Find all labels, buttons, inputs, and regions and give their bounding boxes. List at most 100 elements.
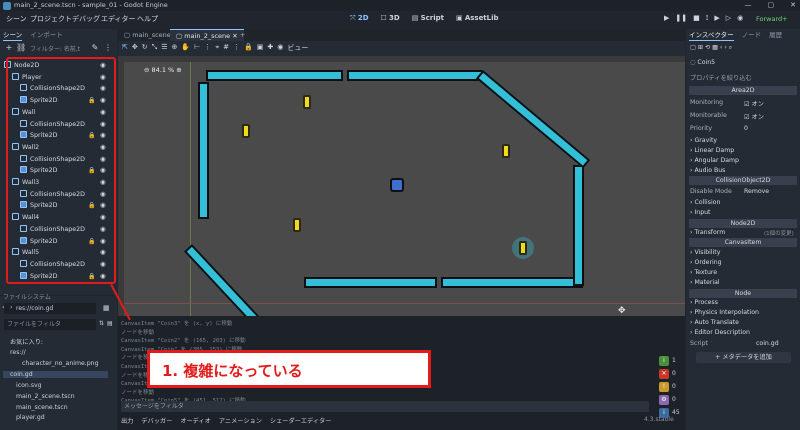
group-input[interactable]: › Input [690, 209, 710, 216]
group-texture[interactable]: › Texture [690, 269, 717, 276]
list-select-icon[interactable]: ☰ [161, 43, 167, 53]
coin-sprite[interactable] [300, 93, 314, 111]
sort-icon[interactable]: ⇅ [99, 320, 104, 327]
zoom-indicator[interactable]: ⊖ 84.1 % ⊕ [144, 66, 182, 74]
grid-snap-icon[interactable]: # [223, 43, 229, 53]
group-visibility[interactable]: › Visibility [690, 249, 720, 256]
header-area2d[interactable]: Area2D [689, 86, 797, 95]
scene-tab-main-scene[interactable]: ▢ main_scene [118, 29, 177, 41]
tab-assetlib[interactable]: ▣ AssetLib [456, 14, 499, 23]
prop-monitorable-value[interactable]: ☑ オン [744, 112, 764, 121]
warning-filter-icon[interactable]: ! [659, 382, 669, 392]
tab-debugger[interactable]: デバッガー [141, 416, 172, 425]
eye-icon[interactable]: ◉ [277, 43, 283, 53]
add-node-icon[interactable]: + [4, 43, 14, 53]
tab-import[interactable]: インポート [30, 29, 63, 41]
group-icon[interactable]: ▣ [257, 43, 264, 53]
play-icon[interactable]: ▶ [664, 14, 669, 23]
log-filter-icon[interactable]: i [659, 356, 669, 366]
scene-filter-input[interactable]: フィルター: 名前,t [30, 44, 80, 53]
coin-sprite[interactable] [290, 216, 304, 234]
filesystem-path[interactable]: res://coin.gd [4, 303, 96, 314]
close-icon[interactable]: ✕ [790, 0, 796, 11]
tab-3d[interactable]: ☐ 3D [381, 14, 400, 23]
tab-shader-editor[interactable]: シェーダーエディター [270, 416, 331, 425]
wall-top-left[interactable] [206, 70, 343, 81]
coin-sprite-selected[interactable] [512, 237, 534, 259]
menu-dots-icon[interactable]: ⋮ [103, 43, 113, 53]
view-menu-button[interactable]: ビュー [287, 43, 308, 53]
attach-script-icon[interactable]: ✎ [90, 43, 100, 53]
tab-animation[interactable]: アニメーション [219, 416, 262, 425]
pan-tool-icon[interactable]: ✋ [181, 43, 190, 53]
prop-monitoring-value[interactable]: ☑ オン [744, 99, 764, 108]
filesystem-item[interactable]: お気に入り: [10, 337, 43, 346]
menu-scene[interactable]: シーン [6, 14, 27, 24]
minimize-icon[interactable]: — [745, 0, 752, 11]
lock-icon[interactable]: 🔒 [244, 43, 253, 53]
link-icon[interactable]: ⛓ [16, 43, 26, 53]
group-physics-interpolation[interactable]: › Physics Interpolation [690, 309, 759, 316]
inspected-object[interactable]: ◌ Coin5 [690, 59, 715, 66]
player-sprite[interactable] [390, 178, 404, 192]
inspector-nav-icons[interactable]: ▢ ⊞ ⟲ ▦ ‹ › ⌕ [690, 44, 732, 52]
filesystem-tab[interactable]: ファイルシステム [3, 292, 51, 301]
group-ordering[interactable]: › Ordering [690, 259, 722, 266]
remote-debug-icon[interactable]: ⟟ [706, 14, 709, 23]
pause-icon[interactable]: ❚❚ [675, 14, 687, 23]
group-angular-damp[interactable]: › Angular Damp [690, 157, 739, 164]
error-filter-icon[interactable]: ✕ [659, 369, 669, 379]
forward-icon[interactable]: › [10, 304, 12, 311]
editor-filter-icon[interactable]: ⚙ [659, 395, 669, 405]
toggle-view-icon[interactable]: ▤ [107, 320, 113, 327]
filesystem-item[interactable]: main_2_scene.tscn [16, 393, 75, 400]
wall-bottom-right[interactable] [441, 277, 583, 288]
wall-top-right-diagonal[interactable] [475, 70, 591, 169]
header-collisionobject2d[interactable]: CollisionObject2D [689, 176, 797, 185]
filesystem-filter-input[interactable]: ファイルをフィルタ [4, 319, 96, 330]
tab-node[interactable]: ノード [742, 29, 762, 41]
pivot-tool-icon[interactable]: ⊕ [172, 43, 178, 53]
filesystem-item[interactable]: player.gd [16, 414, 45, 421]
coin-sprite[interactable] [499, 142, 513, 160]
rotate-tool-icon[interactable]: ↻ [142, 43, 148, 53]
header-canvasitem[interactable]: CanvasItem [689, 238, 797, 247]
filesystem-item[interactable]: main_scene.tscn [16, 404, 68, 411]
play-custom-icon[interactable]: ▷ [726, 14, 731, 23]
wall-left[interactable] [198, 82, 209, 219]
group-transform[interactable]: › Transform [690, 229, 725, 236]
message-filter-input[interactable]: メッセージをフィルタ [121, 401, 649, 412]
tab-history[interactable]: 履歴 [769, 29, 782, 41]
menu-project[interactable]: プロジェクト [30, 14, 72, 24]
back-icon[interactable]: ‹ [2, 304, 4, 311]
split-view-icon[interactable]: ▦ [103, 304, 110, 312]
prop-script-value[interactable]: coin.gd [756, 340, 779, 347]
group-editor-description[interactable]: › Editor Description [690, 329, 750, 336]
more-icon[interactable]: ⋮ [204, 43, 211, 53]
prop-priority-value[interactable]: 0 [744, 125, 748, 132]
coin-sprite[interactable] [239, 122, 253, 140]
group-audio-bus[interactable]: › Audio Bus [690, 167, 725, 174]
group-auto-translate[interactable]: › Auto Translate [690, 319, 739, 326]
group-linear-damp[interactable]: › Linear Damp [690, 147, 734, 154]
tab-output[interactable]: 出力 [121, 416, 133, 425]
play-scene-icon[interactable]: ▶ [714, 14, 719, 23]
wall-bottom-left-diagonal[interactable] [183, 244, 281, 316]
select-tool-icon[interactable]: ⇱ [122, 43, 128, 53]
bone-icon[interactable]: ✚ [267, 43, 273, 53]
group-material[interactable]: › Material [690, 279, 720, 286]
menu-debug[interactable]: デバッグ [72, 14, 100, 24]
movie-icon[interactable]: ◉ [737, 14, 743, 23]
scene-tab-main-2-scene[interactable]: ▢ main_2_scene ✕ [170, 29, 244, 41]
wall-right[interactable] [573, 165, 584, 286]
menu-editor[interactable]: エディター [101, 14, 136, 24]
wall-top-right[interactable] [347, 70, 483, 81]
message-filter-icon[interactable]: i [659, 408, 669, 418]
stop-icon[interactable]: ■ [693, 14, 700, 23]
group-gravity[interactable]: › Gravity [690, 137, 717, 144]
tab-2d[interactable]: ⤧ 2D [350, 14, 369, 23]
wall-bottom-middle[interactable] [304, 277, 437, 288]
tab-script[interactable]: ▤ Script [412, 14, 444, 23]
viewport-2d[interactable]: ⊖ 84.1 % ⊕ ✥ [118, 56, 685, 316]
header-node2d[interactable]: Node2D [689, 219, 797, 228]
